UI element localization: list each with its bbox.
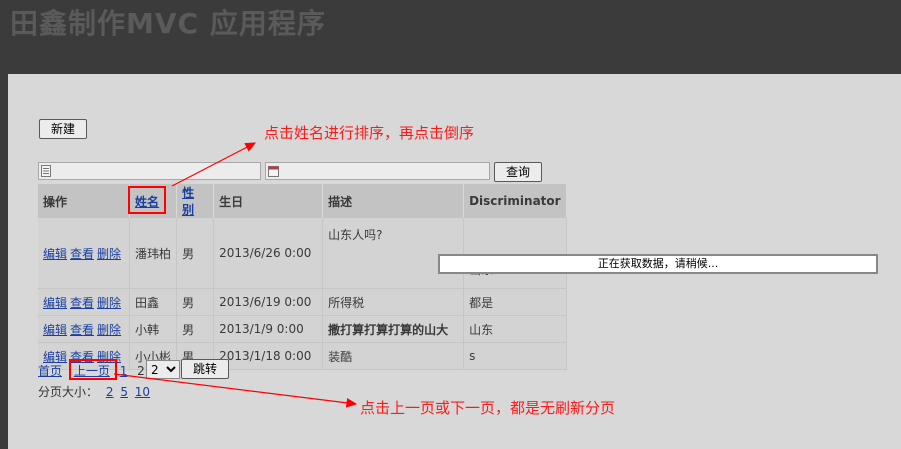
annotation-arrows [113, 142, 358, 408]
sort-hint-annotation: 点击姓名进行排序，再点击倒序 [264, 124, 475, 142]
page-hint-arrow [113, 373, 358, 408]
sort-hint-arrow [171, 142, 257, 187]
page-hint-annotation: 点击上一页或下一页，都是无刷新分页 [360, 399, 616, 417]
